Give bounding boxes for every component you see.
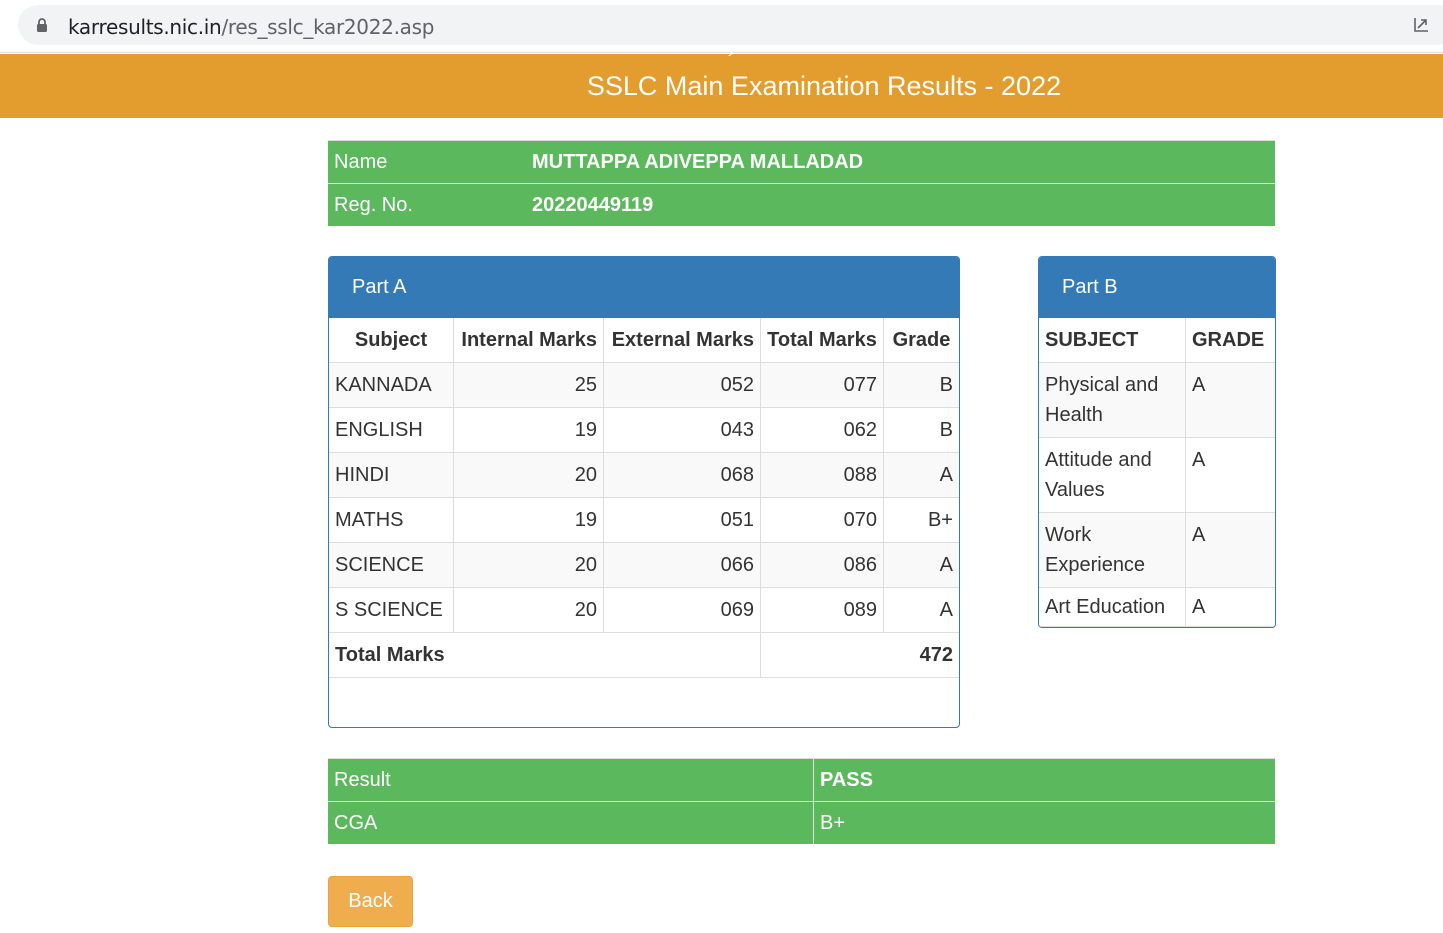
internal-marks-cell: 20	[453, 542, 604, 588]
table-row: S SCIENCE 20 069 089 A	[329, 587, 959, 633]
external-marks-cell: 068	[603, 452, 761, 498]
cga-value: B+	[813, 801, 1275, 844]
internal-marks-cell: 19	[453, 497, 604, 543]
table-row: Art Education A	[1039, 587, 1275, 627]
subject-column-header: SUBJECT	[1039, 318, 1186, 363]
result-label: Result	[328, 758, 814, 802]
table-row: Physical and Health A	[1039, 362, 1275, 438]
url-path: /res_sslc_kar2022.asp	[221, 15, 435, 39]
student-name: MUTTAPPA ADIVEPPA MALLADAD	[526, 140, 1275, 184]
total-marks-cell: 086	[760, 542, 884, 588]
total-marks-column-header: Total Marks	[760, 318, 884, 363]
part-b-header-row: SUBJECT GRADE	[1039, 318, 1275, 363]
cga-label: CGA	[328, 801, 814, 844]
grade-cell: B	[883, 362, 959, 408]
url-text[interactable]: karresults.nic.in/res_sslc_kar2022.asp	[68, 15, 434, 39]
table-row: Work Experience A	[1039, 512, 1275, 588]
total-marks-cell: 070	[760, 497, 884, 543]
result-table: Result PASS CGA B+	[328, 758, 1275, 844]
part-b-heading: Part B	[1039, 257, 1275, 318]
table-row: MATHS 19 051 070 B+	[329, 497, 959, 543]
grade-cell: A	[1185, 437, 1275, 513]
subject-cell: ENGLISH	[329, 407, 454, 453]
reg-label: Reg. No.	[328, 183, 526, 226]
subject-cell: Physical and Health	[1039, 362, 1186, 438]
subject-cell: Work Experience	[1039, 512, 1186, 588]
cga-row: CGA B+	[328, 801, 1275, 844]
external-marks-cell: 052	[603, 362, 761, 408]
grade-cell: B+	[883, 497, 959, 543]
total-marks-value: 472	[760, 632, 959, 678]
external-marks-cell: 066	[603, 542, 761, 588]
result-value: PASS	[813, 758, 1275, 802]
subject-cell: MATHS	[329, 497, 454, 543]
grade-cell: A	[883, 587, 959, 633]
external-marks-cell: 069	[603, 587, 761, 633]
subject-cell: Art Education	[1039, 587, 1186, 627]
grade-cell: A	[1185, 587, 1275, 627]
subject-cell: S SCIENCE	[329, 587, 454, 633]
part-b-table: SUBJECT GRADE Physical and Health A Atti…	[1039, 318, 1275, 627]
part-a-header-row: Subject Internal Marks External Marks To…	[329, 318, 959, 363]
lock-icon[interactable]	[36, 18, 48, 32]
part-a-panel: Part A Subject Internal Marks External M…	[328, 256, 960, 728]
page-title: SSLC Main Examination Results - 2022	[586, 71, 1062, 101]
external-marks-cell: 051	[603, 497, 761, 543]
result-row: Result PASS	[328, 758, 1275, 802]
url-field[interactable]: karresults.nic.in/res_sslc_kar2022.asp	[18, 5, 1443, 45]
part-a-heading: Part A	[329, 257, 959, 318]
table-row: SCIENCE 20 066 086 A	[329, 542, 959, 588]
reg-row: Reg. No. 20220449119	[328, 183, 1275, 226]
total-marks-cell: 088	[760, 452, 884, 498]
clipped-header-text: y	[728, 48, 735, 56]
external-marks-cell: 043	[603, 407, 761, 453]
part-a-table: Subject Internal Marks External Marks To…	[329, 318, 959, 678]
total-marks-label: Total Marks	[329, 632, 761, 678]
total-marks-cell: 062	[760, 407, 884, 453]
internal-marks-cell: 19	[453, 407, 604, 453]
internal-marks-cell: 20	[453, 587, 604, 633]
table-row: KANNADA 25 052 077 B	[329, 362, 959, 408]
table-row: ENGLISH 19 043 062 B	[329, 407, 959, 453]
results-header: y SSLC Main Examination Results - 2022	[0, 48, 1443, 118]
browser-address-bar: karresults.nic.in/res_sslc_kar2022.asp	[0, 0, 1443, 53]
grade-cell: A	[1185, 362, 1275, 438]
subject-cell: KANNADA	[329, 362, 454, 408]
internal-marks-column-header: Internal Marks	[453, 318, 604, 363]
url-host: karresults.nic.in	[68, 15, 222, 39]
grade-column-header: Grade	[883, 318, 959, 363]
part-b-panel: Part B SUBJECT GRADE Physical and Health…	[1038, 256, 1276, 628]
external-marks-column-header: External Marks	[603, 318, 761, 363]
table-row: HINDI 20 068 088 A	[329, 452, 959, 498]
name-label: Name	[328, 140, 526, 184]
internal-marks-cell: 25	[453, 362, 604, 408]
table-row: Attitude and Values A	[1039, 437, 1275, 513]
student-info-table: Name MUTTAPPA ADIVEPPA MALLADAD Reg. No.…	[328, 140, 1275, 226]
total-marks-row: Total Marks 472	[329, 632, 959, 678]
subject-cell: Attitude and Values	[1039, 437, 1186, 513]
grade-cell: B	[883, 407, 959, 453]
share-icon[interactable]	[1412, 14, 1432, 34]
total-marks-cell: 089	[760, 587, 884, 633]
name-row: Name MUTTAPPA ADIVEPPA MALLADAD	[328, 140, 1275, 184]
total-marks-cell: 077	[760, 362, 884, 408]
grade-cell: A	[883, 452, 959, 498]
subject-column-header: Subject	[329, 318, 454, 363]
subject-cell: SCIENCE	[329, 542, 454, 588]
grade-column-header: GRADE	[1185, 318, 1275, 363]
reg-number: 20220449119	[526, 183, 1275, 226]
subject-cell: HINDI	[329, 452, 454, 498]
internal-marks-cell: 20	[453, 452, 604, 498]
grade-cell: A	[883, 542, 959, 588]
back-button[interactable]: Back	[328, 876, 413, 927]
grade-cell: A	[1185, 512, 1275, 588]
